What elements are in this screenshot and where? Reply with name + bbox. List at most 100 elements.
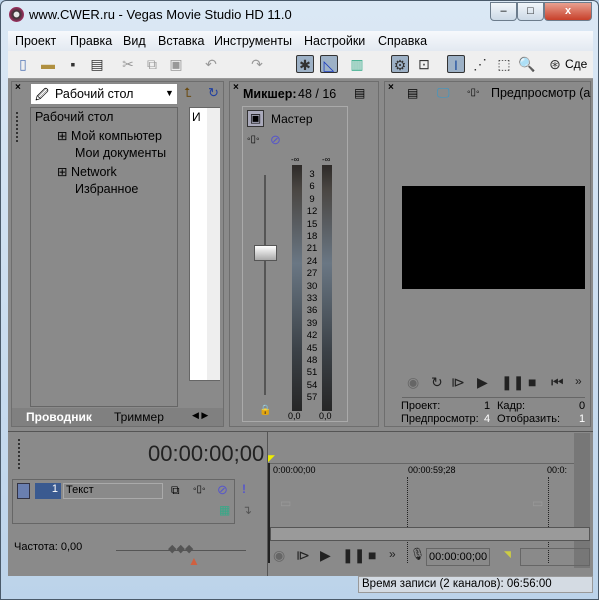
normal-edit-tool-icon[interactable]: I <box>447 55 465 73</box>
track-minimize-icon[interactable] <box>17 483 30 499</box>
go-to-start-icon[interactable]: ⏮ <box>551 374 564 391</box>
drag-handle[interactable] <box>18 439 21 469</box>
menu-bar: Проект Правка Вид Вставка Инструменты На… <box>8 31 593 51</box>
play-icon[interactable]: ▶ <box>477 374 488 391</box>
save-icon[interactable]: ▪ <box>64 55 82 73</box>
fx-icon[interactable]: ◦▯◦ <box>247 134 260 145</box>
menu-project[interactable]: Проект <box>15 34 56 48</box>
properties-icon[interactable]: ▤ <box>88 55 106 73</box>
fx-icon[interactable]: ◦▯◦ <box>467 87 480 98</box>
render-button[interactable]: Сде <box>565 57 587 71</box>
tree-item-network[interactable]: ⊞ Network <box>57 164 117 179</box>
copy-icon[interactable]: ⧉ <box>143 55 161 73</box>
close-button[interactable]: x <box>544 2 592 21</box>
tree-item-my-computer[interactable]: ⊞ Мой компьютер <box>57 128 162 143</box>
up-folder-icon[interactable]: ⮤ <box>184 85 192 101</box>
open-icon[interactable]: ▬ <box>39 55 57 73</box>
rate-marker-icon[interactable]: ▲ <box>188 554 200 568</box>
zoom-tool-icon[interactable]: 🔍 <box>518 55 536 73</box>
menu-help[interactable]: Справка <box>378 34 427 48</box>
minimize-button[interactable]: – <box>490 2 517 21</box>
expand-icon[interactable]: ⊞ <box>57 165 67 179</box>
make-compositing-child-icon[interactable]: ↴ <box>242 503 252 517</box>
monitor-icon[interactable]: 🖵 <box>437 85 450 101</box>
meter-scale-label: 33 <box>306 293 318 304</box>
menu-view[interactable]: Вид <box>123 34 146 48</box>
tree-item-favorites[interactable]: Избранное <box>75 182 138 196</box>
close-panel-icon[interactable]: × <box>233 82 239 93</box>
horizontal-scrollbar[interactable] <box>270 527 590 541</box>
compositing-icon[interactable]: ▦ <box>219 503 230 517</box>
location-value: Рабочий стол <box>55 87 134 101</box>
refresh-icon[interactable]: ↻ <box>208 85 219 101</box>
track-number: 1 <box>35 483 61 499</box>
mixer-properties-icon[interactable]: ▤ <box>354 86 365 100</box>
play-from-start-icon[interactable]: ⧐ <box>451 374 465 391</box>
undo-icon[interactable]: ↶ <box>202 55 220 73</box>
menu-tools[interactable]: Инструменты <box>214 34 292 48</box>
paste-icon[interactable]: ▣ <box>167 55 185 73</box>
cursor-time-field[interactable]: 00:00:00;00 <box>426 548 490 566</box>
master-bus-icon[interactable]: ▣ <box>247 110 264 127</box>
crossfade-icon[interactable]: ▥ <box>348 55 366 73</box>
fx-icon[interactable]: ◦▯◦ <box>193 484 206 495</box>
close-panel-icon[interactable]: × <box>15 82 21 93</box>
meter-scale-label: 27 <box>306 268 318 280</box>
ruler-top <box>268 463 574 464</box>
more-icon[interactable]: » <box>575 374 582 388</box>
list-scrollbar[interactable] <box>207 108 220 380</box>
record-icon[interactable]: ◉ <box>407 374 419 391</box>
menu-settings[interactable]: Настройки <box>304 34 365 48</box>
tree-item-my-documents[interactable]: Мои документы <box>75 146 166 160</box>
stop-icon[interactable]: ■ <box>368 547 376 563</box>
track-motion-icon[interactable]: ⧉ <box>171 483 180 498</box>
solo-icon[interactable]: ! <box>242 482 246 496</box>
video-preview <box>402 186 585 289</box>
render-icon[interactable]: ⊛ <box>546 55 564 73</box>
lock-envelopes-icon[interactable]: ⚙ <box>391 55 409 73</box>
tab-explorer[interactable]: Проводник <box>26 410 92 424</box>
microphone-icon[interactable]: 🎙 <box>410 547 425 561</box>
selection-length-field[interactable] <box>520 548 590 566</box>
maximize-button[interactable]: □ <box>517 2 544 21</box>
pause-icon[interactable]: ❚❚ <box>501 374 524 391</box>
menu-edit[interactable]: Правка <box>70 34 112 48</box>
tab-trimmer[interactable]: Триммер <box>114 410 164 424</box>
new-icon[interactable]: ▯ <box>14 55 32 73</box>
loop-icon[interactable]: ↻ <box>431 374 443 391</box>
pause-icon[interactable]: ❚❚ <box>342 547 365 564</box>
track-header: 1 Текст ⧉ ◦▯◦ ⊘ ! ▦ ↴ <box>12 479 252 524</box>
frame-value: 0 <box>579 400 586 412</box>
play-from-start-icon[interactable]: ⧐ <box>296 547 310 564</box>
selection-tool-icon[interactable]: ⬚ <box>495 55 513 73</box>
play-icon[interactable]: ▶ <box>320 547 331 564</box>
menu-insert[interactable]: Вставка <box>158 34 204 48</box>
location-dropdown[interactable]: 🖉 Рабочий стол ▼ <box>30 83 178 105</box>
ignore-grouping-icon[interactable]: ⊡ <box>415 55 433 73</box>
mute-icon[interactable]: ⊘ <box>217 482 228 498</box>
record-icon[interactable]: ◉ <box>273 547 285 564</box>
preview-properties-icon[interactable]: ▤ <box>407 86 418 100</box>
drag-handle[interactable] <box>16 112 19 142</box>
volume-fader[interactable] <box>254 245 277 261</box>
stop-icon[interactable]: ■ <box>528 374 536 390</box>
more-icon[interactable]: » <box>389 547 396 561</box>
lock-icon[interactable]: 🔒 <box>259 405 271 416</box>
envelope-tool-icon[interactable]: ⋰ <box>471 55 489 73</box>
snapping-icon[interactable]: ◺ <box>320 55 338 73</box>
auto-ripple-icon[interactable]: ✱ <box>296 55 314 73</box>
meter-scale-label: 3 <box>309 169 315 180</box>
meter-scale: 3 6 9 12 15 18 21 24 27 30 33 36 39 42 45 48 51 54 57 <box>303 169 321 409</box>
track-name-field[interactable]: Текст <box>63 483 163 499</box>
mute-icon[interactable]: ⊘ <box>270 132 281 148</box>
expand-icon[interactable]: ⊞ <box>57 129 67 143</box>
cut-icon[interactable]: ✂ <box>119 55 137 73</box>
marker-icon[interactable]: ◥ <box>504 549 511 560</box>
film-icon: ▭ <box>280 496 292 510</box>
playhead[interactable] <box>268 463 270 563</box>
redo-icon[interactable]: ↷ <box>248 55 266 73</box>
preview-title: Предпросмотр (а <box>491 86 591 100</box>
close-panel-icon[interactable]: × <box>388 82 394 93</box>
tab-scroll-arrows[interactable]: ◀ ▶ <box>192 410 208 421</box>
tree-item-desktop[interactable]: Рабочий стол <box>35 110 113 124</box>
